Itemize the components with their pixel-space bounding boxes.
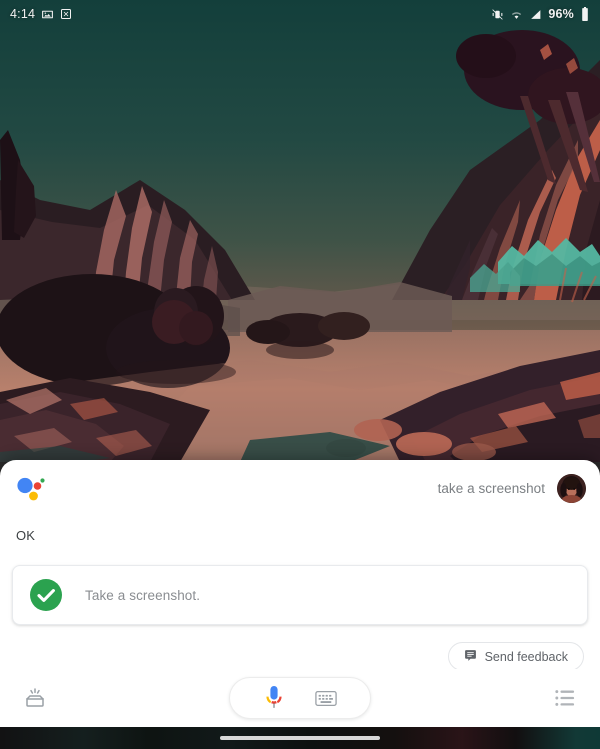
- feedback-icon: [464, 649, 477, 665]
- snapshot-list-icon[interactable]: [548, 681, 582, 715]
- feedback-row: Send feedback: [0, 642, 600, 671]
- send-feedback-label: Send feedback: [484, 649, 568, 664]
- avatar[interactable]: [557, 473, 586, 503]
- cellular-signal-icon: [529, 8, 542, 21]
- keyboard-icon[interactable]: [313, 685, 339, 711]
- assistant-toolbar: [0, 669, 600, 727]
- result-card[interactable]: Take a screenshot.: [12, 565, 588, 625]
- user-query-text: take a screenshot: [437, 480, 545, 496]
- home-screen-wallpaper: [0, 0, 600, 462]
- status-clock: 4:14: [10, 7, 36, 21]
- status-bar: 4:14 96%: [0, 0, 600, 28]
- battery-percent: 96%: [548, 7, 574, 21]
- home-gesture-pill[interactable]: [220, 736, 380, 740]
- assistant-input-pill[interactable]: [229, 677, 371, 719]
- assistant-response-text: OK: [16, 528, 36, 543]
- wallpaper-illustration: [0, 0, 600, 462]
- check-circle-icon: [29, 578, 63, 612]
- google-microphone-icon[interactable]: [261, 685, 287, 711]
- assistant-query-row: take a screenshot: [0, 460, 600, 516]
- google-assistant-panel: take a screenshot OK Take a screenshot. …: [0, 460, 600, 749]
- phone-screen: 4:14 96% take a screenshot OK Take a scr…: [0, 0, 600, 749]
- battery-full-icon: [580, 7, 590, 21]
- wifi-icon: [510, 8, 523, 21]
- google-assistant-dots-icon: [16, 476, 46, 502]
- system-navigation-bar: [0, 727, 600, 749]
- screenshot-icon: [60, 8, 72, 20]
- image-icon: [41, 8, 54, 21]
- status-bar-left: 4:14: [10, 7, 72, 21]
- status-bar-right: 96%: [491, 7, 590, 21]
- send-feedback-button[interactable]: Send feedback: [447, 642, 584, 671]
- result-card-label: Take a screenshot.: [85, 587, 201, 603]
- vibrate-icon: [491, 8, 504, 21]
- google-lens-explore-icon[interactable]: [18, 681, 52, 715]
